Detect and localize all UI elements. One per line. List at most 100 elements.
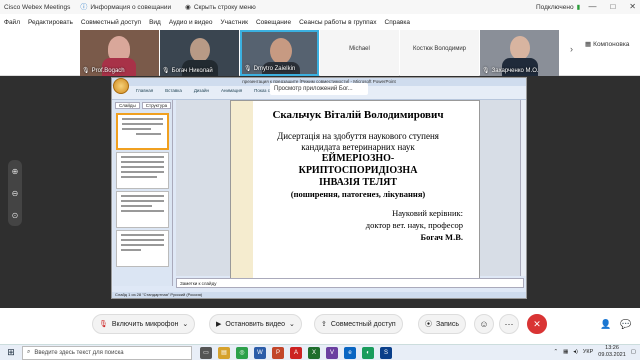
menu-item-view[interactable]: Вид: [149, 19, 161, 26]
menu-item-edit[interactable]: Редактировать: [28, 19, 73, 26]
close-icon[interactable]: ✕: [629, 0, 636, 14]
video-button[interactable]: ▶ Остановить видео ⌄: [209, 314, 302, 334]
menu-item-help[interactable]: Справка: [385, 19, 411, 26]
task-view-icon[interactable]: ▭: [200, 346, 212, 359]
participant-name: Захарченко М.О.: [491, 67, 539, 74]
ppt-status-bar: Слайд 1 из 28 "Стандартная" Русский (Рос…: [112, 292, 526, 298]
ribbon-tab[interactable]: Дизайн: [194, 88, 209, 93]
participant-name-row: 🎙 Prof.Bogach: [82, 67, 125, 75]
shared-powerpoint-window: презентация к предзащите [Режим совмести…: [111, 77, 527, 299]
share-viewer-label[interactable]: Просмотр приложений Бог...: [270, 83, 368, 95]
office-button-icon[interactable]: [113, 78, 129, 94]
chevron-down-icon[interactable]: ⌄: [289, 320, 295, 328]
ribbon-tab[interactable]: Вставка: [165, 88, 182, 93]
webex-icon[interactable]: ◐: [362, 346, 374, 359]
participant-name-row: 🎙 Захарченко М.О.: [482, 67, 539, 75]
participant-name-row: 🎙 Богач Николай: [162, 67, 213, 75]
chevron-up-icon[interactable]: ⌃: [553, 349, 558, 355]
leave-meeting-button[interactable]: ✕: [527, 314, 547, 334]
slide-thumbnail[interactable]: [116, 152, 169, 189]
word-icon[interactable]: W: [254, 346, 266, 359]
record-button[interactable]: ⦿ Запись: [418, 314, 466, 334]
advisor-label: Науковий керівник:: [392, 208, 463, 218]
menu-item-share[interactable]: Совместный доступ: [81, 19, 141, 26]
slide-line: кандидата ветеринарних наук: [301, 142, 415, 152]
participant-tile[interactable]: 🎙 Prof.Bogach: [80, 30, 159, 76]
participant-name: Богач Николай: [171, 67, 213, 74]
slide-notes[interactable]: Заметки к слайду: [176, 278, 524, 288]
slide-canvas: Скальчук Віталій Володимирович Дисертаці…: [176, 100, 524, 280]
slide-thumbnail[interactable]: [116, 230, 169, 267]
slide-subtitle: (поширення, патогенез, лікування): [290, 189, 426, 199]
clock-date: 09.03.2021: [598, 352, 626, 358]
viber-icon[interactable]: V: [326, 346, 338, 359]
hide-menu-button[interactable]: ◉ Скрыть строку меню: [185, 3, 256, 12]
mic-muted-icon: 🎙: [162, 68, 170, 74]
participants-button[interactable]: 👤: [596, 314, 616, 334]
window-controls: — □ ✕: [588, 0, 636, 14]
slide-thumbnail[interactable]: [116, 191, 169, 228]
current-slide[interactable]: Скальчук Віталій Володимирович Дисертаці…: [230, 100, 480, 280]
meeting-info-label: Информация о совещании: [90, 3, 172, 11]
menu-item-meeting[interactable]: Совещание: [256, 19, 291, 26]
participant-name: Michael: [349, 46, 370, 52]
chrome-icon[interactable]: ◎: [236, 346, 248, 359]
chevron-down-icon[interactable]: ⌄: [182, 320, 188, 328]
chat-button[interactable]: 💬: [616, 314, 636, 334]
volume-icon[interactable]: ◂): [573, 349, 578, 355]
participant-tile[interactable]: 🎙 Захарченко М.О.: [480, 30, 559, 76]
taskbar-search-placeholder: Введите здесь текст для поиска: [34, 349, 124, 356]
notification-icon[interactable]: ▢: [631, 349, 636, 355]
chat-icon: 💬: [620, 318, 632, 329]
share-icon: ⇪: [321, 321, 327, 328]
windows-start-icon[interactable]: ⊞: [0, 345, 22, 361]
share-button[interactable]: ⇪ Совместный доступ: [314, 314, 403, 334]
eye-icon: ◉: [185, 4, 191, 11]
participant-tile[interactable]: 🎙 Богач Николай: [160, 30, 239, 76]
participant-tile[interactable]: Michael: [320, 30, 399, 76]
minimize-icon[interactable]: —: [588, 0, 596, 14]
chevron-right-icon[interactable]: ›: [570, 44, 573, 54]
language-indicator[interactable]: УКР: [583, 349, 593, 355]
mic-button[interactable]: 🎙 Включить микрофон ⌄: [92, 314, 196, 334]
clock[interactable]: 13:26 09.03.2021: [598, 345, 626, 359]
menu-item-participant[interactable]: Участник: [221, 19, 248, 26]
connection-status-label: Подключено: [536, 3, 574, 11]
thumb-tab-slides[interactable]: Слайды: [115, 102, 140, 109]
emoji-button[interactable]: ☺: [474, 314, 494, 334]
skype-icon[interactable]: S: [380, 346, 392, 359]
network-icon[interactable]: ▦: [563, 349, 568, 355]
slide-thumbnail[interactable]: [116, 113, 169, 150]
mic-muted-icon: 🎙: [99, 321, 108, 328]
layout-button[interactable]: ▦ Компоновка: [585, 40, 629, 49]
participant-name: Prof.Bogach: [91, 67, 125, 74]
more-button[interactable]: ⋯: [499, 314, 519, 334]
edge-icon[interactable]: e: [344, 346, 356, 359]
zoom-in-icon[interactable]: ⊕: [12, 167, 19, 176]
fit-icon[interactable]: ⊙: [12, 211, 19, 220]
vertical-scrollbar[interactable]: [520, 100, 526, 276]
maximize-icon[interactable]: □: [610, 0, 615, 14]
file-explorer-icon[interactable]: ▤: [218, 346, 230, 359]
menu-item-file[interactable]: Файл: [4, 19, 20, 26]
participant-tile-active-speaker[interactable]: 🎙 Dmytro Zaielkin: [240, 30, 319, 76]
meeting-info-button[interactable]: ⓘ Информация о совещании: [80, 2, 171, 12]
ribbon-tab[interactable]: Главная: [136, 88, 153, 93]
zoom-out-icon[interactable]: ⊖: [12, 189, 19, 198]
slide-title: ЕЙМЕРІОЗНО-: [321, 153, 395, 164]
ribbon-tab[interactable]: Анимация: [221, 88, 242, 93]
menu-item-breakout[interactable]: Сеансы работы в группах: [299, 19, 376, 26]
slide-thumbnails: Слайды Структура: [113, 100, 173, 286]
menu-item-audio-video[interactable]: Аудио и видео: [169, 19, 213, 26]
thumb-tab-outline[interactable]: Структура: [141, 102, 172, 109]
zoom-controls: ⊕ ⊖ ⊙: [8, 160, 22, 226]
powerpoint-icon[interactable]: P: [272, 346, 284, 359]
excel-icon[interactable]: X: [308, 346, 320, 359]
person-icon: 👤: [600, 318, 612, 329]
pdf-icon[interactable]: A: [290, 346, 302, 359]
participant-tile[interactable]: Костюк Володимир: [400, 30, 479, 76]
participant-video: [510, 36, 530, 60]
app-title: Cisco Webex Meetings: [4, 3, 71, 11]
taskbar-search[interactable]: ⌕ Введите здесь текст для поиска: [22, 345, 192, 360]
share-viewer-text: Просмотр приложений Бог...: [274, 86, 353, 92]
